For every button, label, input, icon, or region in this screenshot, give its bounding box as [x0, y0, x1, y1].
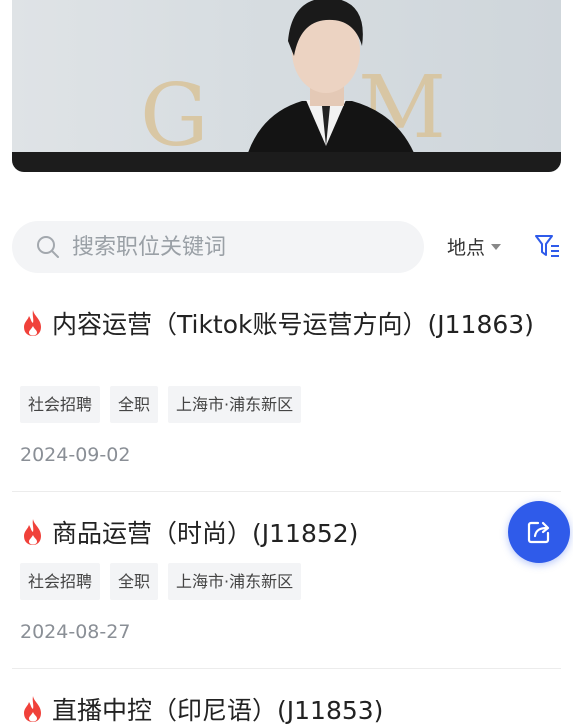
- caret-down-icon: [491, 243, 502, 250]
- divider: [12, 668, 561, 669]
- job-item[interactable]: 内容运营（Tiktok账号运营方向）(J11863) 社会招聘 全职 上海市·浦…: [12, 308, 561, 492]
- job-title[interactable]: 直播中控（印尼语）(J11853): [20, 694, 550, 727]
- banner-image[interactable]: G M: [12, 0, 561, 172]
- job-date: 2024-08-27: [20, 621, 131, 643]
- location-label: 地点: [447, 237, 486, 259]
- share-button[interactable]: [508, 501, 570, 563]
- divider: [12, 491, 561, 492]
- search-icon: [37, 236, 59, 258]
- job-tag: 上海市·浦东新区: [168, 563, 302, 600]
- flame-icon: [24, 696, 41, 722]
- job-tags: 社会招聘 全职 上海市·浦东新区: [20, 563, 302, 600]
- share-icon: [527, 521, 550, 544]
- banner-letter-g: G: [140, 66, 209, 166]
- location-dropdown[interactable]: 地点: [447, 233, 502, 260]
- search-box[interactable]: [12, 221, 424, 273]
- job-title[interactable]: 商品运营（时尚）(J11852): [20, 517, 550, 550]
- job-item[interactable]: 直播中控（印尼语）(J11853): [12, 694, 561, 727]
- job-tag: 上海市·浦东新区: [168, 386, 302, 423]
- banner-person-image: [242, 0, 421, 172]
- search-row: 地点: [12, 221, 561, 273]
- job-title[interactable]: 内容运营（Tiktok账号运营方向）(J11863): [20, 308, 550, 341]
- job-title-text: 内容运营（Tiktok账号运营方向）(J11863): [52, 310, 534, 339]
- job-item[interactable]: 商品运营（时尚）(J11852) 社会招聘 全职 上海市·浦东新区 2024-0…: [12, 517, 561, 669]
- job-date: 2024-09-02: [20, 444, 131, 466]
- search-input[interactable]: [70, 233, 404, 261]
- job-tag: 社会招聘: [20, 386, 101, 423]
- flame-icon: [24, 310, 41, 336]
- filter-icon[interactable]: [534, 233, 560, 259]
- job-tags: 社会招聘 全职 上海市·浦东新区: [20, 386, 302, 423]
- job-tag: 社会招聘: [20, 563, 101, 600]
- job-title-text: 直播中控（印尼语）(J11853): [52, 696, 384, 725]
- job-title-text: 商品运营（时尚）(J11852): [52, 519, 359, 548]
- job-tag: 全职: [110, 386, 159, 423]
- flame-icon: [24, 519, 41, 545]
- banner-caption-strip: [12, 152, 561, 172]
- job-tag: 全职: [110, 563, 159, 600]
